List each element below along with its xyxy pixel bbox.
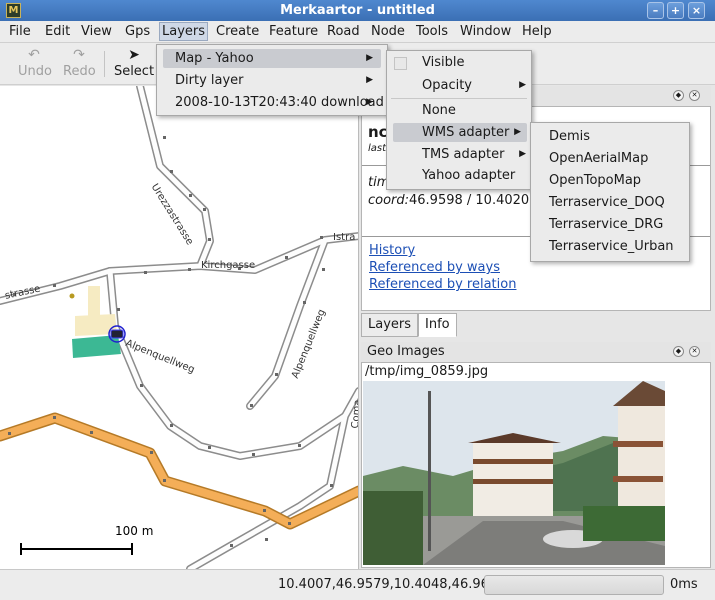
float-icon[interactable]: ◆	[673, 90, 684, 101]
referenced-by-relation-link[interactable]: Referenced by relation	[369, 277, 516, 292]
float-icon[interactable]: ◆	[673, 346, 684, 357]
menu-road[interactable]: Road	[327, 24, 360, 39]
menu-item-terraservice-urban[interactable]: Terraservice_Urban	[549, 239, 674, 254]
info-title: nc	[368, 123, 388, 141]
minimize-icon[interactable]: –	[647, 2, 664, 19]
tab-layers[interactable]: Layers	[361, 313, 419, 337]
menu-item-terraservice-doq[interactable]: Terraservice_DOQ	[549, 195, 665, 210]
menu-item-visible[interactable]: Visible	[422, 55, 464, 70]
info-last-line: last	[368, 143, 387, 154]
menu-view[interactable]: View	[81, 24, 112, 39]
history-link[interactable]: History	[369, 243, 415, 258]
menu-item-download-layer[interactable]: 2008-10-13T20:43:40 download ▶	[163, 93, 384, 112]
wms-adapter-submenu: Demis OpenAerialMap OpenTopoMap Terraser…	[530, 122, 690, 262]
menu-item-tms-adapter[interactable]: TMS adapter ▶	[422, 147, 526, 162]
menu-item-opentopomap[interactable]: OpenTopoMap	[549, 173, 641, 188]
chevron-right-icon: ▶	[514, 127, 521, 137]
info-coord-label: coord:	[368, 193, 410, 208]
menu-item-dirty-layer[interactable]: Dirty layer ▶	[163, 71, 381, 90]
geo-photo-image	[363, 381, 665, 565]
image-path: /tmp/img_0859.jpg	[365, 364, 489, 379]
select-button[interactable]: ➤ Select	[113, 47, 155, 79]
menu-item-opacity[interactable]: Opacity ▶	[422, 78, 526, 93]
chevron-right-icon: ▶	[366, 97, 373, 107]
geo-images-header: Geo Images ◆ ✕	[361, 342, 711, 362]
menu-create[interactable]: Create	[216, 24, 259, 39]
close-icon[interactable]: ×	[688, 2, 705, 19]
menu-file[interactable]: File	[9, 24, 31, 39]
status-coordinates: 10.4007,46.9579,10.4048,46.9618	[278, 577, 506, 592]
title-bar: M Merkaartor - untitled – + ×	[0, 0, 715, 21]
layers-menu: Map - Yahoo ▶ Dirty layer ▶ 2008-10-13T2…	[156, 44, 388, 116]
tab-info[interactable]: Info	[418, 313, 457, 337]
map-yahoo-submenu: Visible Opacity ▶ None WMS adapter ▶ TMS…	[386, 50, 532, 190]
cursor-arrow-icon: ➤	[128, 47, 140, 63]
info-coord-value: 46.9598 / 10.4020	[409, 193, 530, 208]
referenced-by-ways-link[interactable]: Referenced by ways	[369, 260, 500, 275]
undo-button[interactable]: ↶ Undo	[18, 47, 52, 79]
status-time: 0ms	[670, 577, 698, 592]
merkaartor-app-icon[interactable]: M	[6, 3, 21, 18]
chevron-right-icon: ▶	[366, 53, 373, 63]
geo-photo[interactable]	[363, 381, 665, 565]
scale-label: 100 m	[115, 524, 154, 538]
status-bar: 10.4007,46.9579,10.4048,46.9618 0ms	[0, 569, 715, 600]
menu-tools[interactable]: Tools	[416, 24, 448, 39]
visible-checkbox[interactable]	[394, 57, 407, 70]
menu-window[interactable]: Window	[460, 24, 511, 39]
menu-gps[interactable]: Gps	[125, 24, 150, 39]
menu-node[interactable]: Node	[371, 24, 405, 39]
menu-item-openaerialmap[interactable]: OpenAerialMap	[549, 151, 648, 166]
redo-button[interactable]: ↷ Redo	[63, 47, 96, 79]
menu-feature[interactable]: Feature	[269, 24, 318, 39]
menu-bar: File Edit View Gps Layers Create Feature…	[0, 21, 715, 43]
street-label-istra: Istra	[333, 232, 356, 243]
street-label-kirchgasse: Kirchgasse	[201, 260, 256, 271]
menu-item-demis[interactable]: Demis	[549, 129, 590, 144]
menu-item-none[interactable]: None	[422, 103, 456, 118]
menu-separator	[391, 98, 527, 99]
menu-edit[interactable]: Edit	[45, 24, 70, 39]
menu-item-terraservice-drg[interactable]: Terraservice_DRG	[549, 217, 663, 232]
maximize-icon[interactable]: +	[667, 2, 684, 19]
toolbar-separator	[104, 51, 105, 77]
menu-item-map-yahoo[interactable]: Map - Yahoo ▶	[163, 49, 381, 68]
window-title: Merkaartor - untitled	[280, 3, 435, 18]
map-canvas[interactable]: Urezzastrasse Kirchgasse Alpenquellweg A…	[0, 86, 359, 569]
menu-layers[interactable]: Layers	[159, 22, 209, 41]
street-label-coma: Coma	[350, 399, 359, 429]
chevron-right-icon: ▶	[519, 80, 526, 90]
chevron-right-icon: ▶	[519, 149, 526, 159]
close-icon[interactable]: ✕	[689, 90, 700, 101]
undo-icon: ↶	[28, 47, 40, 63]
menu-item-yahoo-adapter[interactable]: Yahoo adapter	[422, 168, 515, 183]
menu-help[interactable]: Help	[522, 24, 552, 39]
chevron-right-icon: ▶	[366, 75, 373, 85]
menu-item-wms-adapter[interactable]: WMS adapter ▶	[393, 123, 527, 142]
close-icon[interactable]: ✕	[689, 346, 700, 357]
map-drawing[interactable]	[0, 86, 359, 569]
geo-images-title: Geo Images	[367, 344, 445, 359]
progress-bar	[484, 575, 664, 595]
redo-icon: ↷	[73, 47, 85, 63]
